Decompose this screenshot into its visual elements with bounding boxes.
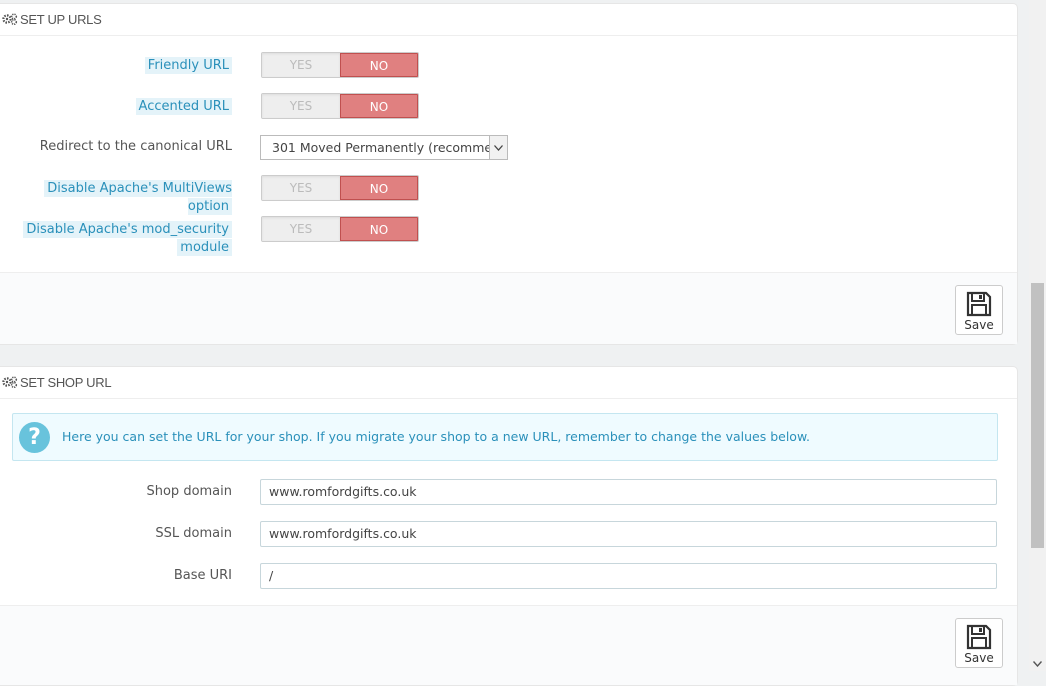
mod-security-switch[interactable]: YES NO	[261, 216, 419, 242]
ssl-domain-input[interactable]: www.romfordgifts.co.uk	[260, 521, 997, 547]
info-alert: ? Here you can set the URL for your shop…	[12, 413, 998, 461]
chevron-down-icon[interactable]	[489, 136, 507, 159]
setup-urls-save-label: Save	[964, 318, 994, 332]
setup-urls-panel: SET UP URLS Friendly URL YES NO Accented…	[0, 3, 1018, 345]
save-icon	[966, 624, 992, 650]
friendly-url-yes[interactable]: YES	[262, 53, 340, 77]
ssl-domain-label: SSL domain	[155, 526, 232, 541]
accented-url-yes[interactable]: YES	[262, 94, 340, 118]
scroll-down-arrow-icon[interactable]	[1029, 657, 1046, 671]
accented-url-switch[interactable]: YES NO	[261, 93, 419, 119]
shop-domain-label: Shop domain	[146, 484, 232, 499]
base-uri-input[interactable]: /	[260, 563, 997, 589]
save-icon	[966, 291, 992, 317]
scrollbar-thumb[interactable]	[1031, 283, 1044, 548]
friendly-url-label: Friendly URL	[144, 57, 232, 75]
shop-url-title: SET SHOP URL	[20, 375, 112, 390]
setup-urls-footer: Save	[0, 272, 1017, 344]
friendly-url-switch[interactable]: YES NO	[261, 52, 419, 78]
redirect-label: Redirect to the canonical URL	[39, 139, 232, 154]
shop-url-footer: Save	[0, 605, 1017, 685]
mod-security-no[interactable]: NO	[339, 217, 418, 241]
accented-url-label: Accented URL	[135, 98, 232, 116]
shop-url-save-label: Save	[964, 651, 994, 665]
redirect-select[interactable]: 301 Moved Permanently (recommend	[260, 135, 508, 160]
info-text: Here you can set the URL for your shop. …	[62, 429, 811, 444]
base-uri-label: Base URI	[173, 568, 232, 583]
shop-domain-input[interactable]: www.romfordgifts.co.uk	[260, 479, 997, 505]
cogs-icon	[2, 376, 18, 388]
multiviews-label: Disable Apache's MultiViews option	[0, 180, 232, 216]
multiviews-yes[interactable]: YES	[262, 176, 340, 200]
cogs-icon	[2, 13, 18, 25]
friendly-url-no[interactable]: NO	[339, 53, 418, 77]
shop-url-heading: SET SHOP URL	[0, 367, 1017, 399]
accented-url-no[interactable]: NO	[339, 94, 418, 118]
shop-url-save-button[interactable]: Save	[955, 618, 1003, 668]
shop-url-panel: SET SHOP URL ? Here you can set the URL …	[0, 366, 1018, 686]
multiviews-no[interactable]: NO	[339, 176, 418, 200]
setup-urls-heading: SET UP URLS	[0, 4, 1017, 36]
question-icon: ?	[19, 422, 50, 453]
vertical-scrollbar[interactable]	[1029, 0, 1046, 671]
setup-urls-title: SET UP URLS	[20, 12, 102, 27]
mod-security-yes[interactable]: YES	[262, 217, 340, 241]
redirect-selected-value: 301 Moved Permanently (recommend	[272, 140, 508, 155]
multiviews-switch[interactable]: YES NO	[261, 175, 419, 201]
setup-urls-save-button[interactable]: Save	[955, 285, 1003, 335]
mod-security-label: Disable Apache's mod_security module	[23, 221, 232, 257]
